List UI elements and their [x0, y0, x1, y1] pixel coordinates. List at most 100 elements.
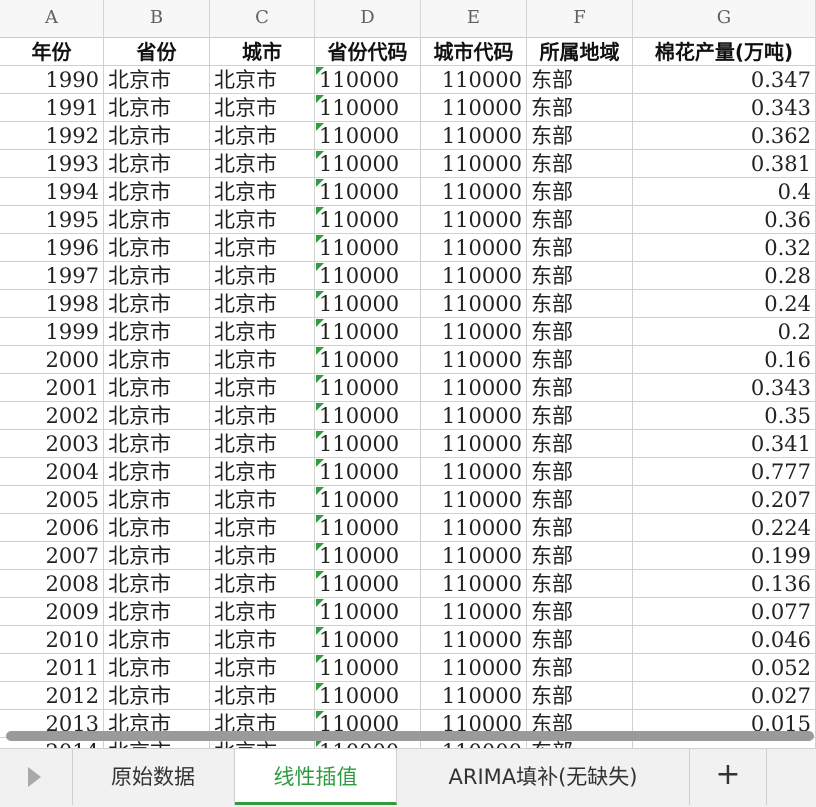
table-cell[interactable]: 北京市 — [210, 486, 315, 513]
table-cell[interactable]: 东部 — [527, 262, 633, 289]
column-letter-a[interactable]: A — [0, 0, 104, 37]
table-cell[interactable]: 110000 — [315, 458, 421, 485]
table-cell[interactable]: 2007 — [0, 542, 104, 569]
table-cell[interactable]: 110000 — [315, 262, 421, 289]
table-cell[interactable]: 110000 — [421, 262, 527, 289]
table-cell[interactable]: 110000 — [315, 94, 421, 121]
table-cell[interactable]: 北京市 — [104, 402, 210, 429]
table-cell[interactable]: 0.052 — [633, 654, 816, 681]
table-cell[interactable]: 北京市 — [210, 402, 315, 429]
table-cell[interactable]: 110000 — [315, 682, 421, 709]
table-cell[interactable]: 0.027 — [633, 682, 816, 709]
table-cell[interactable]: 0.343 — [633, 94, 816, 121]
table-cell[interactable]: 北京市 — [210, 234, 315, 261]
table-cell[interactable]: 1991 — [0, 94, 104, 121]
table-cell[interactable]: 1993 — [0, 150, 104, 177]
column-letter-f[interactable]: F — [527, 0, 633, 37]
table-cell[interactable]: 东部 — [527, 654, 633, 681]
table-cell[interactable]: 东部 — [527, 150, 633, 177]
table-cell[interactable]: 东部 — [527, 430, 633, 457]
table-cell[interactable]: 110000 — [315, 206, 421, 233]
table-cell[interactable]: 0.2 — [633, 318, 816, 345]
table-cell[interactable]: 2009 — [0, 598, 104, 625]
spreadsheet-area[interactable]: ABCDEFG 年份 省份 城市 省份代码 城市代码 所属地域 棉花产量(万吨) 1990 北京… — [0, 0, 816, 748]
column-letter-c[interactable]: C — [210, 0, 315, 37]
table-cell[interactable]: 110000 — [315, 570, 421, 597]
table-cell[interactable]: 东部 — [527, 234, 633, 261]
table-cell[interactable]: 0.341 — [633, 430, 816, 457]
table-cell[interactable]: 东部 — [527, 486, 633, 513]
table-cell[interactable]: 东部 — [527, 94, 633, 121]
table-cell[interactable]: 北京市 — [210, 150, 315, 177]
table-cell[interactable]: 东部 — [527, 458, 633, 485]
table-cell[interactable]: 2001 — [0, 374, 104, 401]
table-cell[interactable]: 110000 — [421, 542, 527, 569]
table-cell[interactable]: 0.36 — [633, 206, 816, 233]
column-letter-e[interactable]: E — [421, 0, 527, 37]
table-cell[interactable]: 1995 — [0, 206, 104, 233]
table-cell[interactable]: 110000 — [315, 486, 421, 513]
table-cell[interactable]: 北京市 — [104, 654, 210, 681]
table-cell[interactable]: 110000 — [315, 626, 421, 653]
table-cell[interactable]: 1997 — [0, 262, 104, 289]
table-cell[interactable]: 1990 — [0, 66, 104, 93]
table-cell[interactable]: 北京市 — [210, 458, 315, 485]
table-cell[interactable]: 110000 — [315, 430, 421, 457]
table-cell[interactable]: 东部 — [527, 178, 633, 205]
table-cell[interactable]: 东部 — [527, 122, 633, 149]
table-cell[interactable]: 110000 — [421, 318, 527, 345]
column-header-cell[interactable]: 省份代码 — [315, 38, 421, 65]
table-cell[interactable]: 0.28 — [633, 262, 816, 289]
table-cell[interactable]: 北京市 — [104, 94, 210, 121]
table-cell[interactable]: 110000 — [315, 178, 421, 205]
table-cell[interactable]: 北京市 — [210, 66, 315, 93]
table-cell[interactable]: 110000 — [421, 402, 527, 429]
table-cell[interactable]: 北京市 — [104, 318, 210, 345]
table-cell[interactable]: 北京市 — [210, 262, 315, 289]
table-cell[interactable]: 0.777 — [633, 458, 816, 485]
table-cell[interactable]: 北京市 — [210, 514, 315, 541]
table-cell[interactable]: 110000 — [315, 374, 421, 401]
table-cell[interactable]: 0.4 — [633, 178, 816, 205]
add-sheet-button[interactable]: + — [690, 749, 767, 805]
table-cell[interactable]: 北京市 — [210, 430, 315, 457]
table-cell[interactable]: 北京市 — [104, 346, 210, 373]
table-cell[interactable]: 110000 — [421, 430, 527, 457]
table-cell[interactable]: 北京市 — [104, 234, 210, 261]
table-cell[interactable]: 东部 — [527, 206, 633, 233]
table-cell[interactable]: 东部 — [527, 374, 633, 401]
table-cell[interactable]: 1998 — [0, 290, 104, 317]
table-cell[interactable]: 0.077 — [633, 598, 816, 625]
table-cell[interactable]: 北京市 — [210, 346, 315, 373]
table-cell[interactable]: 东部 — [527, 514, 633, 541]
table-cell[interactable]: 0.16 — [633, 346, 816, 373]
table-cell[interactable]: 东部 — [527, 290, 633, 317]
column-header-cell[interactable]: 年份 — [0, 38, 104, 65]
table-cell[interactable]: 北京市 — [104, 290, 210, 317]
column-header-cell[interactable]: 棉花产量(万吨) — [633, 38, 816, 65]
table-cell[interactable]: 110000 — [315, 598, 421, 625]
table-cell[interactable]: 110000 — [421, 94, 527, 121]
table-cell[interactable]: 0.224 — [633, 514, 816, 541]
table-cell[interactable]: 北京市 — [210, 178, 315, 205]
table-cell[interactable]: 北京市 — [210, 598, 315, 625]
column-header-cell[interactable]: 城市代码 — [421, 38, 527, 65]
column-letter-b[interactable]: B — [104, 0, 210, 37]
table-cell[interactable]: 110000 — [315, 150, 421, 177]
table-cell[interactable]: 110000 — [315, 402, 421, 429]
table-cell[interactable]: 北京市 — [210, 122, 315, 149]
column-header-cell[interactable]: 城市 — [210, 38, 315, 65]
table-cell[interactable]: 北京市 — [210, 626, 315, 653]
table-cell[interactable]: 110000 — [315, 234, 421, 261]
table-cell[interactable]: 110000 — [421, 598, 527, 625]
table-cell[interactable]: 北京市 — [210, 682, 315, 709]
table-cell[interactable]: 0.343 — [633, 374, 816, 401]
table-cell[interactable]: 北京市 — [104, 682, 210, 709]
table-cell[interactable]: 东部 — [527, 66, 633, 93]
table-cell[interactable]: 110000 — [315, 66, 421, 93]
table-cell[interactable]: 2004 — [0, 458, 104, 485]
table-cell[interactable]: 0.347 — [633, 66, 816, 93]
column-header-cell[interactable]: 省份 — [104, 38, 210, 65]
table-cell[interactable]: 0.32 — [633, 234, 816, 261]
table-cell[interactable]: 110000 — [315, 318, 421, 345]
